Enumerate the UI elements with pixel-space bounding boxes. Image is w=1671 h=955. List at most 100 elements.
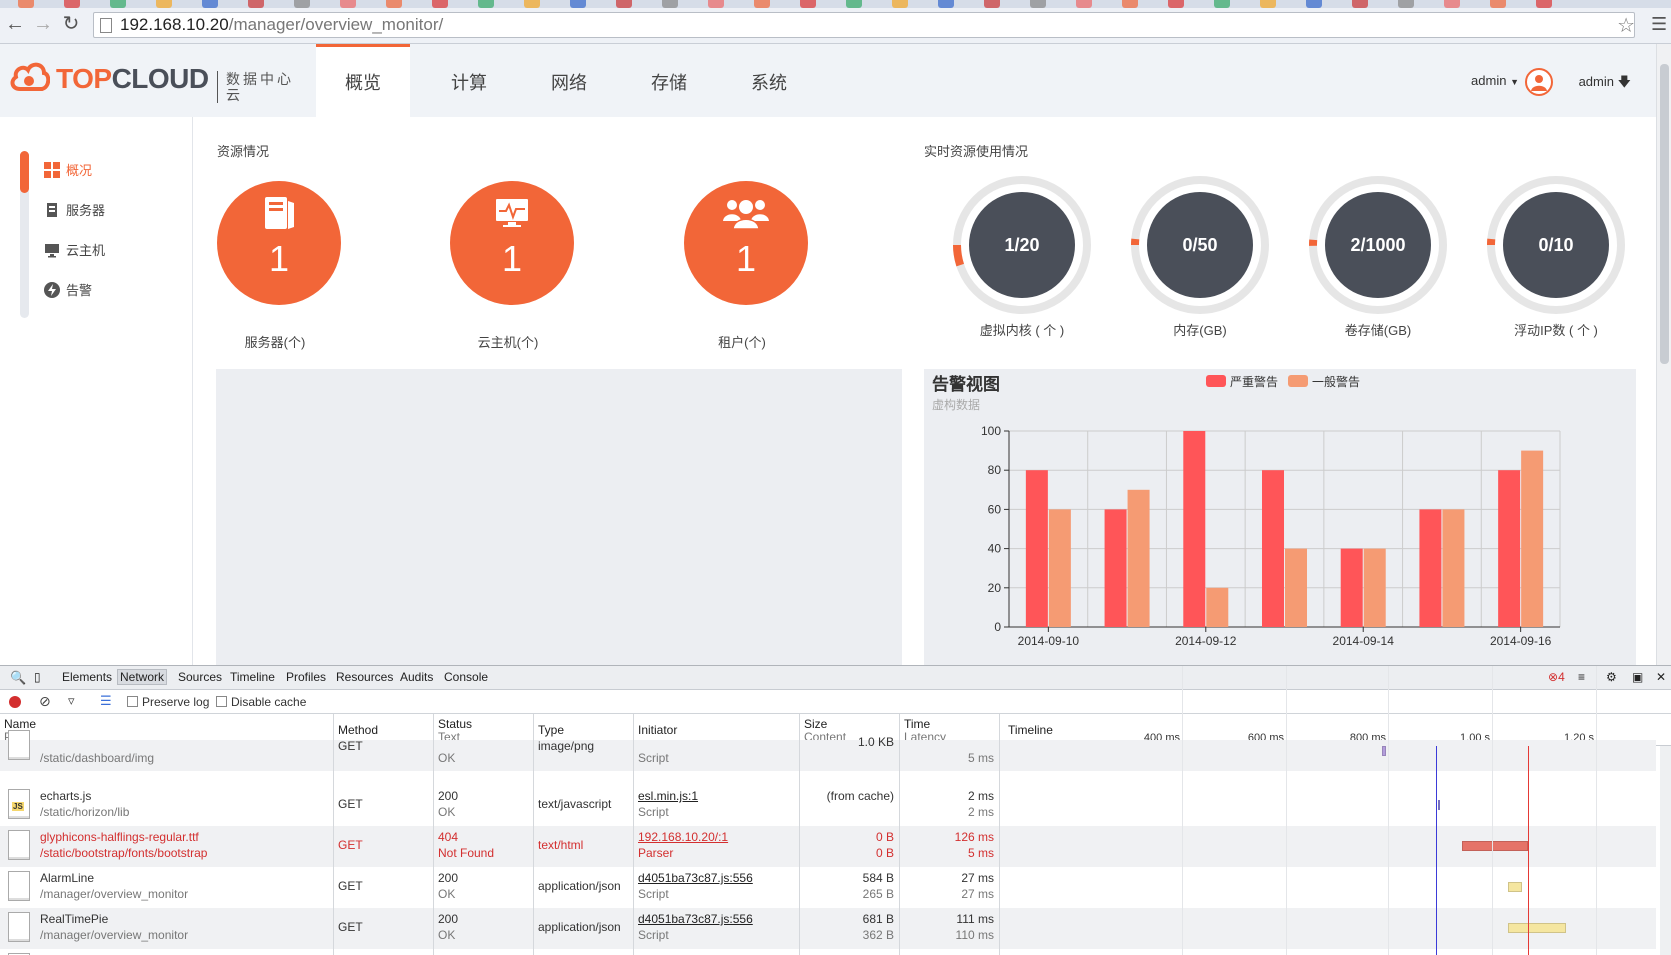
nav-tab-storage[interactable]: 存储 [622, 44, 716, 117]
timeline-bar [1382, 746, 1386, 756]
network-row[interactable]: ImageLineGET200application/jsond4051ba73… [0, 949, 1656, 955]
nav-tab-system[interactable]: 系统 [722, 44, 816, 117]
sidebar: 概况 服务器 云主机 告警 [0, 117, 193, 665]
sidebar-item-servers[interactable]: 服务器 [44, 201, 105, 221]
main-content: 概况 服务器 云主机 告警 资源情况 1 服务器(个) 1 云主机(个) 1 租… [0, 117, 1656, 665]
request-latency: 27 ms [961, 887, 994, 901]
load-event-line [1528, 746, 1529, 955]
caret-down-icon: ▼ [1510, 77, 1519, 87]
chart-subtitle: 虚构数据 [932, 397, 980, 412]
gauge-label: 内存(GB) [1173, 323, 1227, 338]
gauge-label: 卷存储(GB) [1344, 323, 1412, 338]
network-row[interactable]: AlarmLine/manager/overview_monitor GET 200… [0, 867, 1656, 908]
y-tick-label: 100 [981, 424, 1001, 438]
timeline-bar [1462, 841, 1528, 851]
resource-label: 云主机(个) [477, 335, 539, 350]
empty-panel [216, 369, 902, 665]
request-path: /static/dashboard/img [40, 751, 155, 765]
sidebar-item-vms[interactable]: 云主机 [44, 241, 105, 261]
scrollbar-thumb[interactable] [1660, 64, 1669, 364]
y-tick-label: 0 [994, 620, 1001, 634]
network-row[interactable]: /static/dashboard/img GET OK image/png Scrip… [0, 730, 1656, 771]
request-content-size: 265 B [862, 887, 894, 901]
resource-label: 租户(个) [718, 335, 766, 350]
nav-tab-overview[interactable]: 概览 [316, 44, 410, 117]
nav-tab-network[interactable]: 网络 [522, 44, 616, 117]
page-scrollbar[interactable] [1656, 44, 1671, 665]
request-size: 681 B [862, 912, 894, 926]
request-method: GET [338, 879, 363, 893]
gauge-value: 0/10 [1538, 235, 1574, 255]
request-method: GET [338, 797, 363, 811]
request-status-text: OK [438, 805, 456, 819]
app-header: TOPCLOUD 数据中心云 概览 计算 网络 存储 系统 admin ▼ ad… [0, 44, 1656, 117]
project-dropdown[interactable]: admin ▼ [1471, 73, 1519, 88]
resource-value: 1 [268, 238, 290, 279]
request-content-size: 362 B [862, 928, 894, 942]
request-initiator-type: Script [638, 928, 669, 942]
back-arrow-icon[interactable]: ← [2, 11, 28, 37]
bar-severe [1340, 548, 1363, 627]
resource-card-tenants[interactable]: 1 [684, 181, 808, 305]
request-content-size: 0 B [875, 846, 894, 860]
gauge-value: 1/20 [1004, 235, 1040, 255]
resource-label: 服务器(个) [244, 335, 306, 350]
network-row[interactable]: glyphicons-halflings-regular.ttf/static/… [0, 826, 1656, 867]
close-icon[interactable]: ✕ [1656, 670, 1666, 684]
request-size: 1.0 KB [857, 735, 894, 749]
bolt-icon [44, 282, 60, 298]
bar-severe [1498, 470, 1521, 627]
resource-value: 1 [735, 238, 757, 279]
server-icon [47, 203, 57, 217]
request-initiator: d4051ba73c87.js:556 [638, 912, 753, 926]
request-status-text: Not Found [438, 846, 495, 860]
user-menu[interactable]: admin 🡇 [1579, 73, 1631, 95]
request-initiator: d4051ba73c87.js:556 [638, 871, 753, 885]
logo[interactable]: TOPCLOUD 数据中心云 [10, 59, 310, 103]
request-status-text: OK [438, 887, 456, 901]
browser-menu-icon[interactable]: ☰ [1651, 15, 1667, 33]
resource-value: 1 [501, 238, 523, 279]
reload-icon[interactable]: ↻ [58, 11, 84, 37]
x-tick-label: 2014-09-14 [1333, 634, 1395, 648]
bar-severe [1183, 431, 1206, 627]
network-request-list: /static/dashboard/img GET OK image/png Scrip… [0, 666, 1656, 955]
bookmark-star-icon[interactable]: ☆ [1617, 16, 1635, 36]
scrollbar[interactable] [1660, 746, 1671, 955]
forward-arrow-icon[interactable]: → [30, 11, 56, 37]
request-status: 404 [438, 830, 459, 844]
legend-swatch [1206, 375, 1226, 387]
request-method: GET [338, 920, 363, 934]
realtime-title: 实时资源使用情况 [924, 144, 1029, 159]
request-name: glyphicons-halflings-regular.ttf [40, 830, 199, 844]
network-row[interactable]: RealTimePie/manager/overview_monitor GET 2… [0, 908, 1656, 949]
resource-card-servers[interactable]: 1 [217, 181, 341, 305]
request-name: echarts.js [40, 789, 92, 803]
timeline-gridline [1182, 666, 1183, 955]
resources-title: 资源情况 [217, 144, 270, 159]
legend-label: 一般警告 [1312, 374, 1360, 389]
monitor-icon [496, 199, 528, 227]
bar-severe [1025, 470, 1048, 627]
network-row[interactable]: JS echarts.js/static/horizon/lib GET 200 OK t… [0, 785, 1656, 826]
file-icon [8, 912, 30, 942]
address-bar[interactable]: 192.168.10.20/manager/overview_monitor/ [93, 12, 1635, 38]
bar-severe [1419, 509, 1442, 627]
request-status: 200 [438, 871, 459, 885]
gauge-value: 2/1000 [1350, 235, 1406, 255]
legend-swatch [1288, 375, 1308, 387]
resource-card-vms[interactable]: 1 [450, 181, 574, 305]
sidebar-item-label: 概况 [66, 163, 93, 178]
bar-general [1285, 548, 1307, 627]
avatar[interactable] [1525, 68, 1553, 96]
request-latency: 2 ms [967, 805, 994, 819]
request-path: /static/horizon/lib [40, 805, 130, 819]
sidebar-item-label: 告警 [66, 283, 93, 298]
sidebar-item-overview[interactable]: 概况 [44, 161, 92, 181]
timeline-gridline [1492, 666, 1493, 955]
request-type: text/javascript [538, 797, 612, 811]
nav-tab-compute[interactable]: 计算 [422, 44, 516, 117]
request-latency: 5 ms [967, 751, 994, 765]
y-tick-label: 20 [988, 581, 1002, 595]
sidebar-item-alarms[interactable]: 告警 [44, 281, 92, 301]
